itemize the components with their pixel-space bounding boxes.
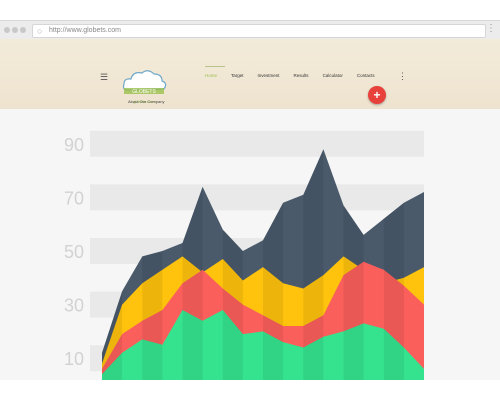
area-chart: 10 30 50 70 90: [64, 130, 424, 385]
nav-calculator[interactable]: Calculator: [323, 73, 343, 78]
logo-wordmark: GLOBETS: [132, 89, 156, 95]
y-tick-label: 50: [64, 242, 84, 262]
nav-contacts[interactable]: Contacts: [357, 73, 375, 78]
y-tick-label: 70: [64, 188, 84, 208]
breadcrumb[interactable]: About Our Company: [128, 99, 164, 104]
area-shade-strip: [142, 339, 163, 385]
nav-results[interactable]: Results: [294, 73, 309, 78]
page-icon: ○: [37, 26, 43, 36]
menu-dots-icon[interactable]: ⋮: [486, 23, 496, 35]
address-bar[interactable]: ○ http://www.globets.com: [32, 24, 486, 38]
forward-arrow-icon[interactable]: [12, 27, 18, 33]
browser-window: ○ http://www.globets.com ⋮ ☰ GLOBETS glo…: [0, 20, 500, 385]
main-nav: Home Target Investment Results Calculato…: [205, 73, 375, 78]
reload-icon[interactable]: [20, 27, 26, 33]
page-bottom: [0, 380, 500, 400]
add-button[interactable]: +: [368, 86, 386, 104]
more-options-icon[interactable]: ⋮: [398, 72, 407, 81]
nav-target[interactable]: Target: [231, 73, 244, 78]
logo-cloud-icon: GLOBETS: [122, 70, 167, 95]
grid-band: [90, 184, 424, 211]
grid-band: [90, 130, 424, 157]
y-tick-label: 30: [64, 296, 84, 316]
address-text[interactable]: http://www.globets.com: [49, 25, 121, 37]
y-tick-label: 10: [64, 349, 84, 369]
y-tick-label: 90: [64, 135, 84, 155]
back-arrow-icon[interactable]: [4, 27, 10, 33]
active-nav-indicator: [205, 66, 225, 67]
browser-toolbar: ○ http://www.globets.com ⋮: [0, 21, 500, 40]
hamburger-menu-icon[interactable]: ☰: [100, 73, 108, 82]
area-shade-strip: [343, 323, 364, 385]
nav-investment[interactable]: Investment: [258, 73, 280, 78]
nav-home[interactable]: Home: [205, 73, 217, 78]
area-shade-strip: [182, 310, 203, 385]
site-header: ☰ GLOBETS globets.com Home Target Invest…: [0, 39, 500, 109]
